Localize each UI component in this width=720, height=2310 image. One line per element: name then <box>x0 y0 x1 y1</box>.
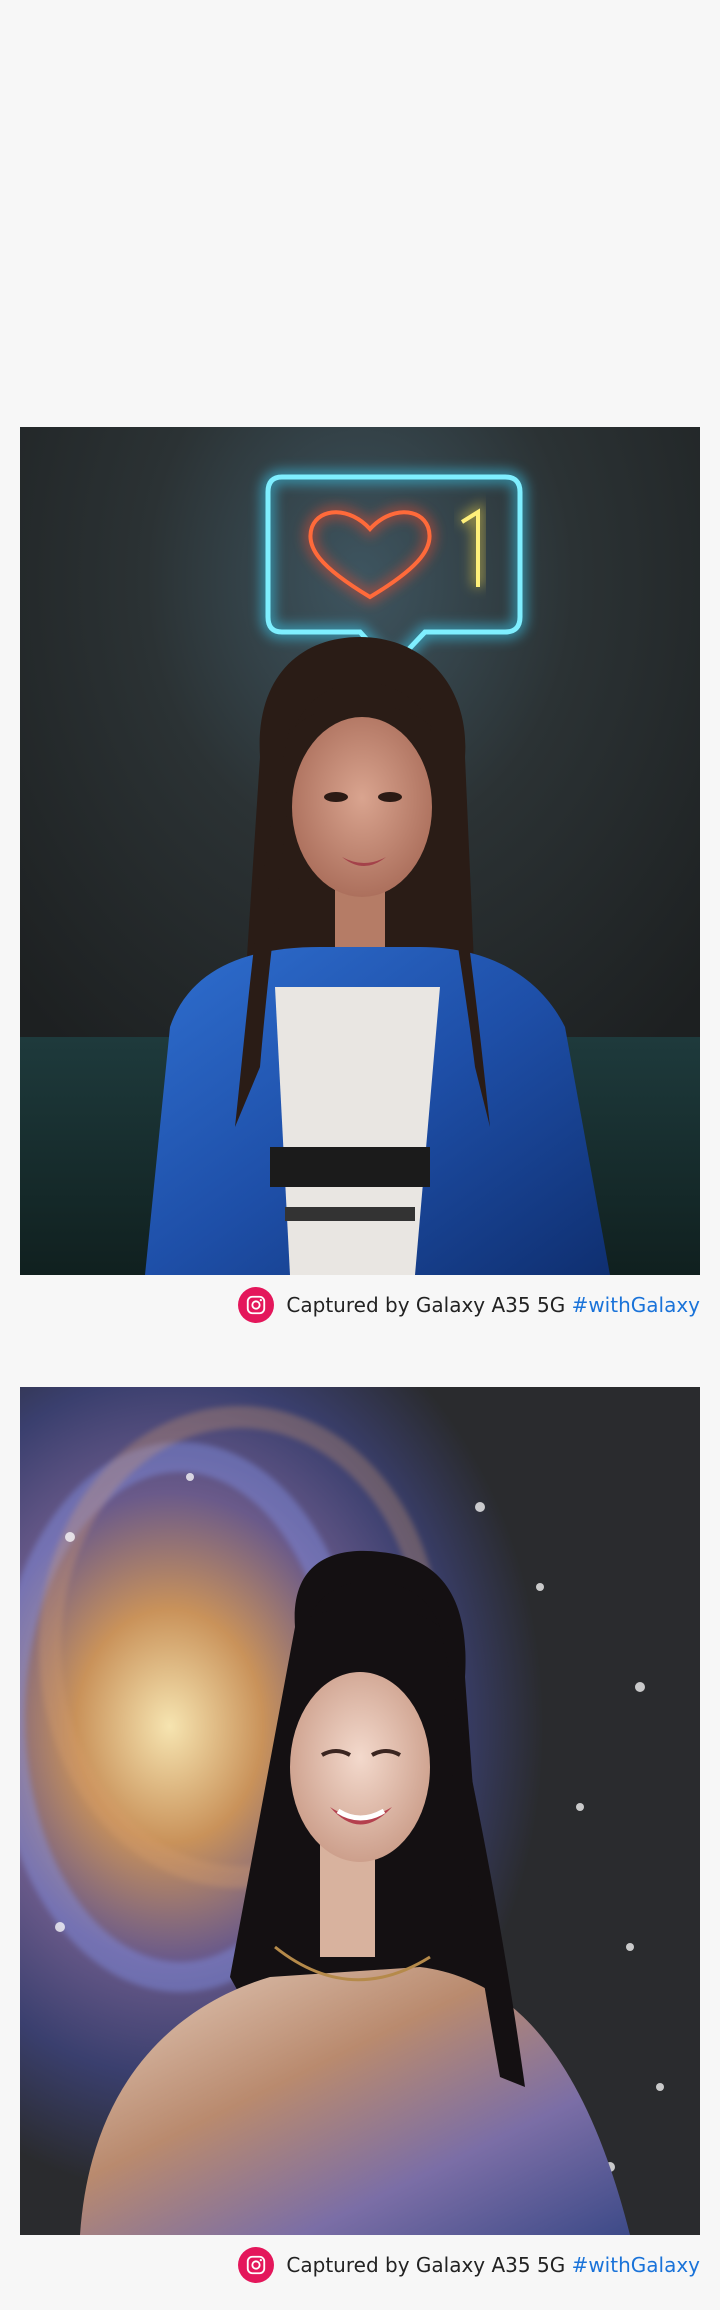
caption-label: Captured by Galaxy A35 5G <box>286 1293 566 1317</box>
hashtag-link[interactable]: #withGalaxy <box>572 1293 700 1317</box>
hashtag-link[interactable]: #withGalaxy <box>572 2253 700 2277</box>
caption-text: Captured by Galaxy A35 5G #withGalaxy <box>286 1293 700 1317</box>
instagram-icon[interactable] <box>238 2247 275 2283</box>
caption-row-2: Captured by Galaxy A35 5G #withGalaxy <box>238 2245 700 2285</box>
photo-card-1: Captured by Galaxy A35 5G #withGalaxy <box>0 427 720 1327</box>
photo-neon-portrait <box>20 427 700 1275</box>
instagram-icon[interactable] <box>238 1287 275 1323</box>
photo-galaxy-portrait <box>20 1387 700 2235</box>
caption-row-1: Captured by Galaxy A35 5G #withGalaxy <box>238 1285 700 1325</box>
caption-text: Captured by Galaxy A35 5G #withGalaxy <box>286 2253 700 2277</box>
photo-card-2: Captured by Galaxy A35 5G #withGalaxy <box>0 1387 720 2310</box>
top-spacer <box>0 0 720 427</box>
caption-label: Captured by Galaxy A35 5G <box>286 2253 566 2277</box>
